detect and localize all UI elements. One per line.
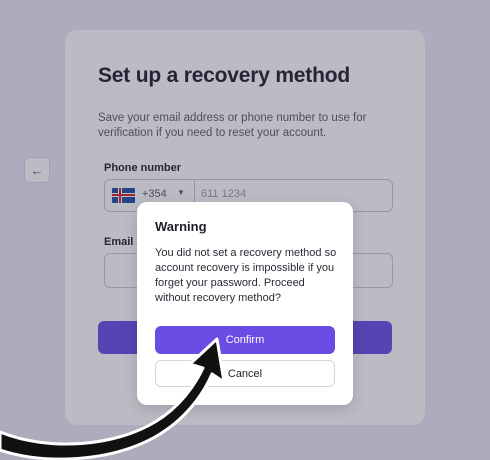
cancel-button[interactable]: Cancel [155, 360, 335, 387]
confirm-button[interactable]: Confirm [155, 326, 335, 354]
dialog-message: You did not set a recovery method so acc… [155, 247, 337, 304]
warning-dialog: Warning You did not set a recovery metho… [137, 202, 353, 405]
dialog-title: Warning [155, 219, 207, 234]
